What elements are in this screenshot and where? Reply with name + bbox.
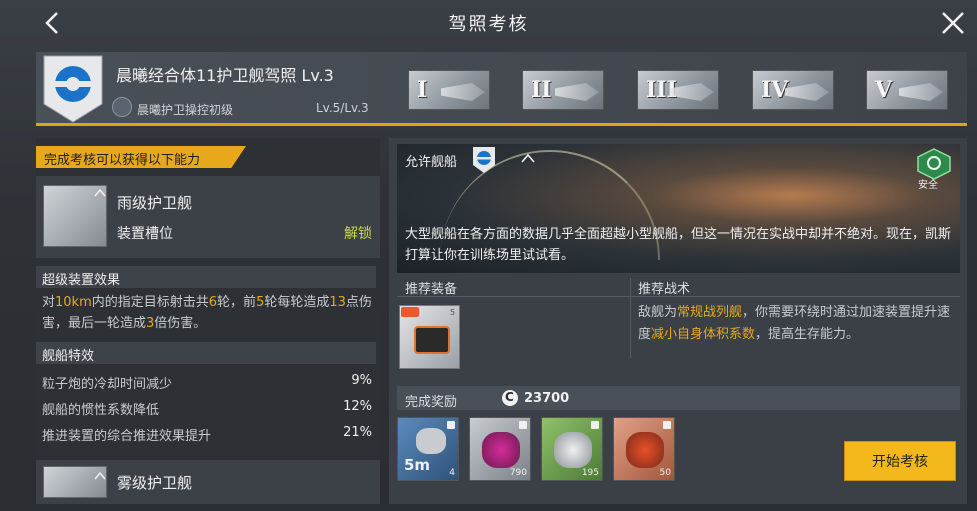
stat-label: 粒子炮的冷却时间减少 [42, 377, 173, 392]
reward-count: 790 [509, 468, 527, 478]
skill-name: 晨曦护卫操控初级 [137, 103, 234, 117]
recommended-tactic-label: 推荐战术 [638, 282, 691, 297]
ship-icon [555, 83, 599, 101]
divider [397, 296, 960, 297]
tier-label: I [417, 77, 428, 103]
ship-name: 雾级护卫舰 [117, 474, 193, 492]
tier-2-tab[interactable]: II [522, 70, 604, 110]
device-icon [416, 428, 446, 454]
slot-label: 装置槽位 [117, 226, 173, 242]
lock-icon [447, 421, 455, 429]
material-icon [626, 432, 664, 468]
license-name: 晨曦经合体11护卫舰驾照 Lv.3 [116, 66, 334, 85]
stat-value: 21% [343, 425, 372, 440]
reward-item[interactable]: 5m 4 [397, 417, 459, 481]
ship-icon [441, 83, 485, 101]
material-icon [482, 432, 520, 468]
reward-item[interactable]: 50 [613, 417, 675, 481]
reward-item[interactable]: 790 [469, 417, 531, 481]
stat-value: 9% [351, 373, 372, 388]
skill-level: Lv.5/Lv.3 [316, 101, 369, 115]
stat-value: 12% [343, 399, 372, 414]
divider [630, 278, 631, 358]
super-device-desc: 对10km内的指定目标射击共6轮，前5轮每轮造成13点伤害，最后一轮造成3倍伤害… [42, 295, 372, 331]
tier-label: IV [761, 77, 789, 103]
stat-label: 推进装置的综合推进效果提升 [42, 429, 212, 444]
close-icon[interactable] [938, 8, 968, 38]
exam-intro: 大型舰船在各方面的数据几乎全面超越小型舰船，但这一情况在实战中却并不绝对。现在，… [405, 227, 952, 263]
tactic-text: 敌舰为常规战列舰，你需要环绕时通过加速装置提升速度减小自身体积系数，提高生存能力… [638, 305, 951, 342]
lock-icon [591, 421, 599, 429]
recommended-equipment-label: 推荐装备 [405, 282, 458, 297]
material-icon [554, 432, 592, 468]
lock-icon [519, 421, 527, 429]
collapse-icon[interactable] [94, 183, 106, 197]
license-badge-icon [42, 54, 104, 124]
stat-label: 舰船的惯性系数降低 [42, 403, 160, 418]
safe-zone-label: 安全 [918, 180, 938, 191]
thruster-icon [414, 326, 450, 354]
allowed-ship-icon[interactable] [472, 146, 496, 174]
collapse-icon[interactable] [94, 466, 106, 480]
tier-label: V [875, 77, 893, 103]
gain-title: 完成考核可以获得以下能力 [44, 153, 201, 168]
reward-count: 50 [659, 468, 671, 478]
start-exam-button[interactable]: 开始考核 [844, 441, 956, 481]
unlock-label: 解锁 [344, 226, 372, 242]
allowed-ships-label: 允许舰船 [405, 155, 458, 170]
tier-label: II [531, 77, 552, 103]
equipment-tag-icon [401, 307, 419, 317]
reward-name: 5m [404, 456, 431, 474]
page-title: 驾照考核 [448, 14, 529, 35]
ship-name: 雨级护卫舰 [117, 194, 193, 212]
tier-1-tab[interactable]: I [408, 70, 490, 110]
equipment-level: 5 [450, 308, 456, 317]
reward-item[interactable]: 195 [541, 417, 603, 481]
tier-4-tab[interactable]: IV [752, 70, 834, 110]
lock-icon [663, 421, 671, 429]
chevron-up-icon[interactable] [520, 150, 536, 164]
ship-icon [785, 83, 829, 101]
ship-effects-title: 舰船特效 [42, 349, 95, 364]
reward-count: 4 [449, 468, 455, 478]
reward-label: 完成奖励 [405, 395, 458, 410]
tier-3-tab[interactable]: III [637, 70, 719, 110]
coin-icon [502, 390, 518, 406]
reward-bar [397, 386, 960, 410]
skill-icon [112, 97, 132, 117]
super-device-title: 超级装置效果 [42, 273, 121, 288]
reward-count: 195 [581, 468, 599, 478]
ship-icon [899, 83, 943, 101]
coin-amount: 23700 [524, 391, 570, 406]
tier-5-tab[interactable]: V [866, 70, 948, 110]
